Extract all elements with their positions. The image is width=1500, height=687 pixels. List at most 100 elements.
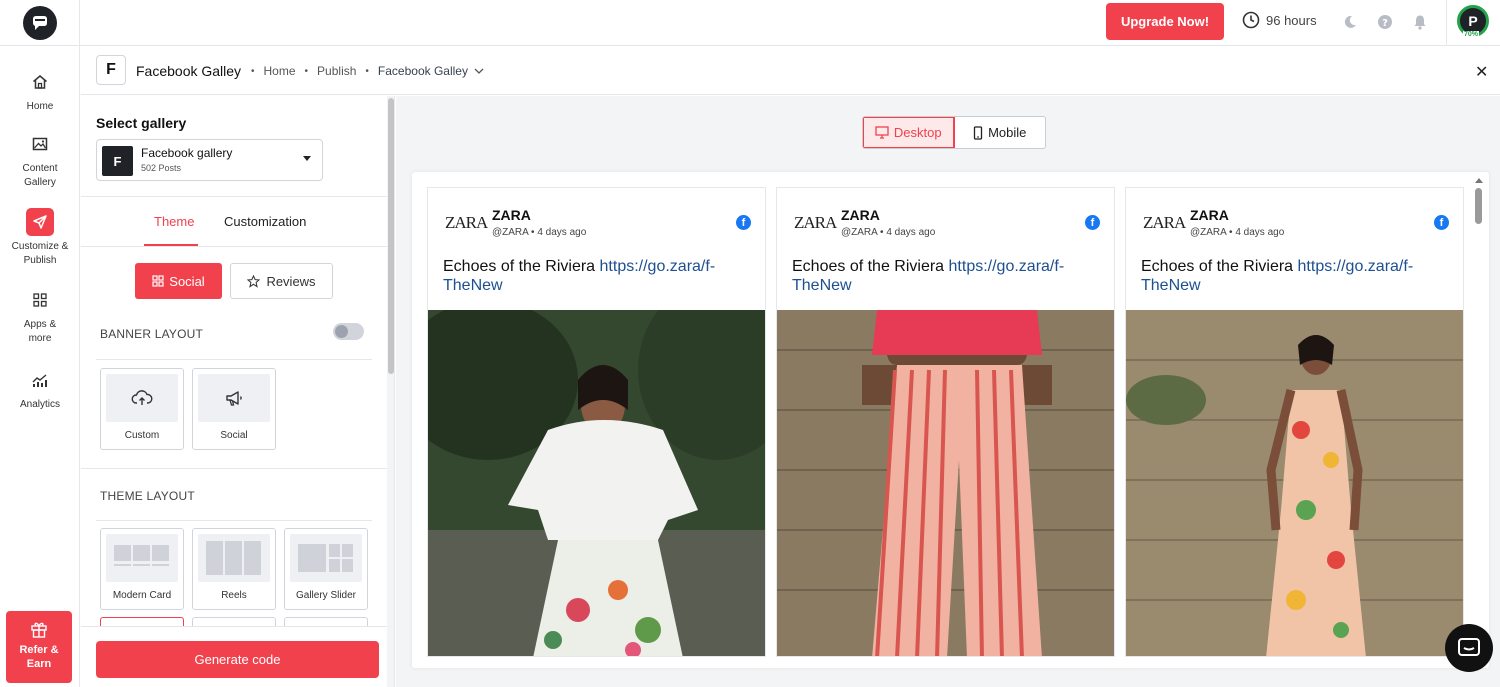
post-image[interactable] [428,310,766,657]
select-gallery-label: Select gallery [96,115,187,131]
toggle-knob [335,325,348,338]
post-card[interactable]: ZARA ZARA @ZARA • 4 days ago f Echoes of… [776,187,1115,657]
nav-label: Home [26,101,54,112]
breadcrumb-publish[interactable]: Publish [317,64,356,78]
divider [81,246,387,247]
preview-scrollbar[interactable] [1473,172,1485,668]
banner-layout-toggle[interactable] [333,323,364,340]
bell-icon[interactable] [1411,13,1429,31]
theme-option-gallery-slider[interactable]: Gallery Slider [284,528,368,610]
reviews-button[interactable]: Reviews [230,263,333,299]
generate-code-button[interactable]: Generate code [96,641,379,678]
svg-text:?: ? [1382,18,1388,29]
breadcrumb-current[interactable]: Facebook Galley [378,64,484,78]
top-bar: Upgrade Now! 96 hours ? P 70% [0,0,1500,46]
breadcrumb: • Home • Publish • Facebook Galley [251,64,484,78]
facebook-icon[interactable]: f [1085,215,1100,230]
nav-label: Analytics [19,399,60,410]
post-image[interactable] [1126,310,1464,657]
header-bar: F Facebook Galley • Home • Publish • Fac… [81,47,1500,95]
post-card[interactable]: ZARA ZARA @ZARA • 4 days ago f Echoes of… [1125,187,1464,657]
theme-layout-title: THEME LAYOUT [100,489,195,503]
help-icon[interactable]: ? [1376,13,1394,31]
facebook-icon[interactable]: f [736,215,751,230]
tab-customization[interactable]: Customization [224,214,306,229]
chat-icon [1458,638,1480,656]
trial-hours: 96 hours [1242,11,1317,29]
breadcrumb-separator: • [365,65,369,77]
gallery-select-name: Facebook gallery [141,146,233,160]
nav-item-analytics[interactable]: Analytics [0,366,80,412]
gallery-select[interactable]: F Facebook gallery 502 Posts [96,139,323,181]
nav-item-customize-publish[interactable]: Customize & Publish [0,208,80,268]
banner-option-social[interactable]: Social [192,368,276,450]
app-logo-icon[interactable] [22,6,57,40]
scroll-up-icon[interactable] [1475,178,1483,183]
left-nav: Home Content Gallery Customize & Publish… [0,46,80,687]
gallery-slider-preview [290,534,362,582]
nav-label: Apps & more [23,319,57,344]
post-image[interactable] [777,310,1115,657]
refer-label: Refer & Earn [19,644,59,670]
theme-option-label: Gallery Slider [295,590,357,601]
banner-option-custom[interactable]: Custom [100,368,184,450]
caret-down-icon [303,156,311,161]
scrollbar-thumb[interactable] [1475,188,1482,224]
brand-logo: ZARA [445,213,488,232]
scrollbar-thumb[interactable] [388,98,394,374]
nav-label: Content Gallery [22,163,58,188]
theme-option-label: Modern Card [112,590,172,601]
social-button[interactable]: Social [135,263,222,299]
nav-item-content-gallery[interactable]: Content Gallery [0,130,80,190]
close-icon[interactable]: ✕ [1475,62,1488,82]
post-caption: Echoes of the Riviera https://go.zara/f-… [443,258,716,294]
gift-icon [31,622,47,638]
facebook-icon[interactable]: f [1434,215,1449,230]
theme-option-reels[interactable]: Reels [192,528,276,610]
chat-widget-button[interactable] [1445,624,1493,672]
post-card[interactable]: ZARA ZARA @ZARA • 4 days ago f Echoes of… [427,187,766,657]
profile-area[interactable]: P 70% [1446,0,1500,46]
send-icon [26,208,54,236]
post-meta: @ZARA • 4 days ago [492,227,587,238]
chevron-down-icon [474,68,484,74]
desktop-button[interactable]: Desktop [863,117,955,148]
brand-name: ZARA [841,207,880,223]
panel-scrollbar[interactable] [387,96,394,687]
settings-panel: Select gallery F Facebook gallery 502 Po… [81,96,395,687]
logo-cell [0,0,80,46]
home-icon [26,68,54,96]
widget-preview-frame: ZARA ZARA @ZARA • 4 days ago f Echoes of… [412,172,1489,668]
star-icon [247,274,261,288]
tab-theme[interactable]: Theme [154,214,194,229]
moon-icon[interactable] [1341,13,1359,31]
breadcrumb-separator: • [304,65,309,77]
post-meta: @ZARA • 4 days ago [841,227,936,238]
device-toggle: Desktop Mobile [862,116,1046,149]
brand-logo: ZARA [794,213,837,232]
nav-label: Customize & Publish [11,241,69,266]
mobile-label: Mobile [988,125,1027,140]
generate-area: Generate code [81,626,387,687]
banner-layout-title: BANNER LAYOUT [100,327,204,341]
brand-name: ZARA [1190,207,1229,223]
nav-item-home[interactable]: Home [0,68,80,114]
gallery-select-count: 502 Posts [141,163,182,173]
post-meta: @ZARA • 4 days ago [1190,227,1285,238]
profile-progress: 70% [1463,31,1480,38]
social-label: Social [169,273,205,289]
brand-logo: ZARA [1143,213,1186,232]
theme-option-modern-card[interactable]: Modern Card [100,528,184,610]
post-caption: Echoes of the Riviera https://go.zara/f-… [792,258,1065,294]
mobile-button[interactable]: Mobile [955,117,1046,148]
nav-item-apps[interactable]: Apps & more [0,286,80,346]
upgrade-button[interactable]: Upgrade Now! [1106,3,1224,40]
refer-earn-button[interactable]: Refer & Earn [6,611,72,683]
phone-icon [973,125,983,140]
breadcrumb-home[interactable]: Home [264,64,296,78]
divider [96,520,372,521]
grid-icon [152,275,164,287]
image-icon [26,130,54,158]
theme-option-label: Reels [221,590,247,601]
gallery-logo: F [96,55,126,85]
